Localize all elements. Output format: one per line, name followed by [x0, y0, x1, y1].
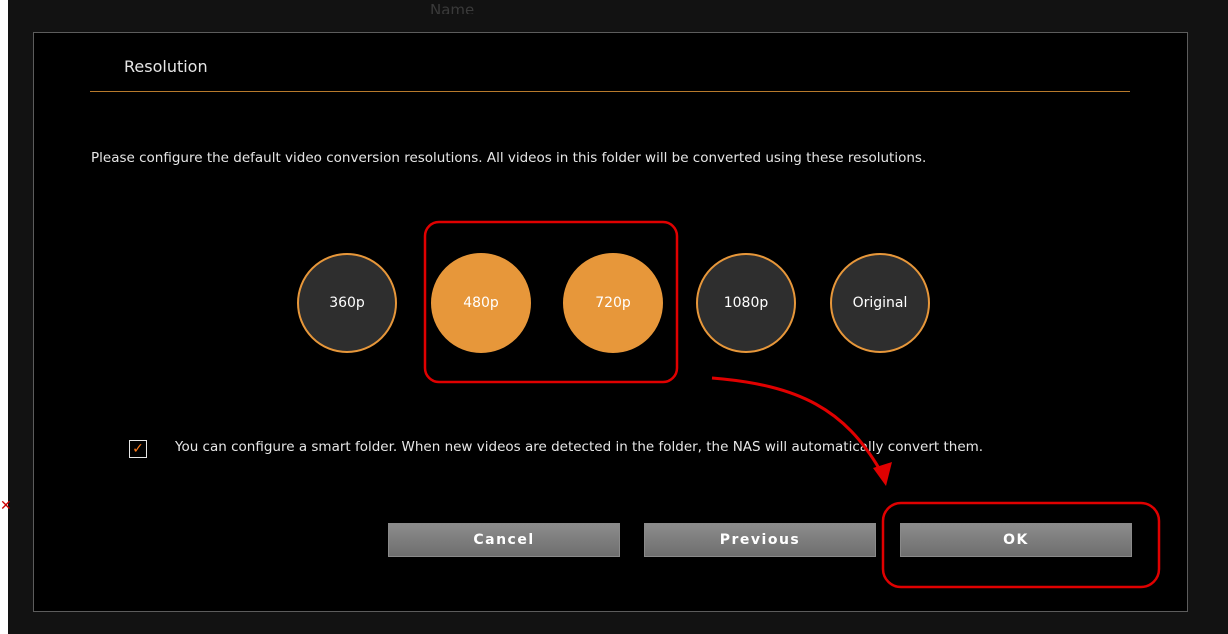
smart-folder-checkbox[interactable]: ✓ — [129, 440, 147, 458]
cancel-button[interactable]: Cancel — [388, 523, 620, 557]
resolution-1080p[interactable]: 1080p — [696, 253, 796, 353]
title-divider — [90, 91, 1130, 92]
dialog-description: Please configure the default video conve… — [91, 150, 927, 166]
resolution-original[interactable]: Original — [830, 253, 930, 353]
resolution-dialog: Resolution Please configure the default … — [33, 32, 1188, 612]
margin-mark: ✕ — [0, 498, 12, 514]
dialog-title: Resolution — [124, 57, 208, 76]
resolution-360p[interactable]: 360p — [297, 253, 397, 353]
smart-folder-label: You can configure a smart folder. When n… — [175, 439, 984, 455]
background-column-label: Name — [430, 2, 475, 14]
resolution-720p[interactable]: 720p — [563, 253, 663, 353]
ok-button[interactable]: OK — [900, 523, 1132, 557]
resolution-480p[interactable]: 480p — [431, 253, 531, 353]
previous-button[interactable]: Previous — [644, 523, 876, 557]
